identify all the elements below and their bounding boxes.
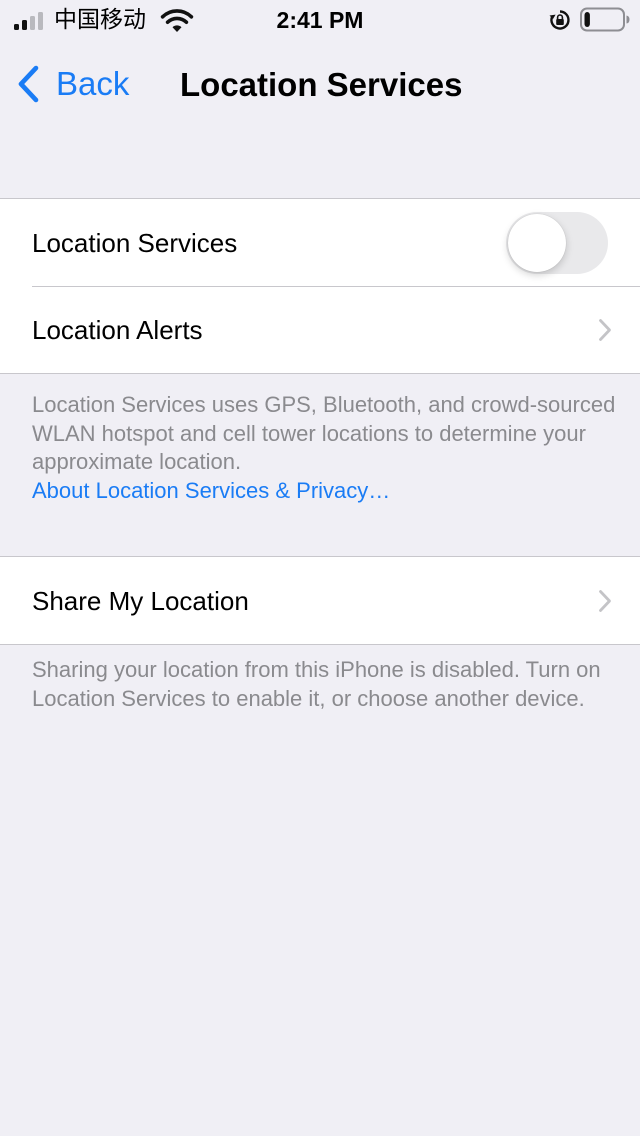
chevron-right-icon [599, 590, 611, 612]
status-bar: 中国移动 2:41 PM [0, 0, 640, 40]
page-title: Location Services [180, 66, 463, 103]
location-alerts-label: Location Alerts [32, 314, 203, 345]
status-time: 2:41 PM [276, 7, 364, 33]
location-services-row: Location Services [0, 199, 640, 286]
share-my-location-label: Share My Location [32, 585, 249, 616]
navigation-bar: Back Location Services [0, 40, 640, 128]
location-services-toggle[interactable] [506, 212, 608, 274]
toggle-knob [508, 214, 566, 272]
orientation-lock-icon [549, 10, 570, 30]
battery-icon [580, 7, 630, 32]
share-location-description: Sharing your location from this iPhone i… [32, 656, 622, 713]
back-button[interactable]: Back [14, 60, 129, 108]
share-my-location-row[interactable]: Share My Location [0, 557, 640, 644]
description-text: Location Services uses GPS, Bluetooth, a… [32, 392, 616, 474]
chevron-left-icon [18, 65, 39, 103]
share-description-text: Sharing your location from this iPhone i… [32, 657, 601, 711]
location-alerts-row[interactable]: Location Alerts [0, 286, 640, 373]
share-location-group: Share My Location [0, 556, 640, 645]
location-settings-group: Location Services Location Alerts [0, 198, 640, 374]
chevron-right-icon [599, 319, 611, 341]
back-label: Back [56, 65, 130, 102]
privacy-link[interactable]: About Location Services & Privacy… [32, 477, 622, 506]
settings-screen: 中国移动 2:41 PM Back Location Services Loca… [0, 0, 640, 1136]
location-services-description: Location Services uses GPS, Bluetooth, a… [32, 391, 622, 505]
